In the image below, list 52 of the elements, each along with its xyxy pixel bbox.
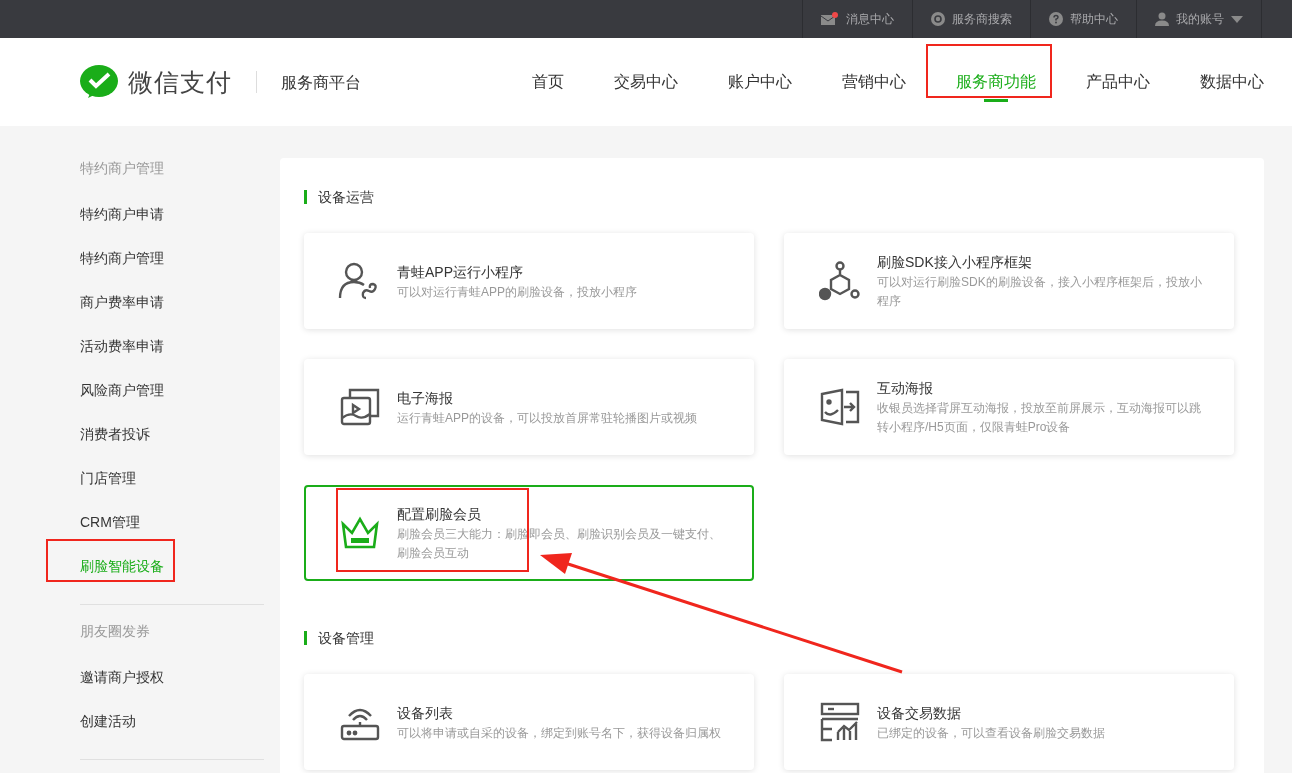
card-description: 已绑定的设备，可以查看设备刷脸交易数据 bbox=[877, 724, 1106, 742]
sidebar-item[interactable]: 特约商户申请 bbox=[80, 192, 264, 236]
user-icon bbox=[1155, 12, 1169, 26]
sidebar-item[interactable]: 风险商户管理 bbox=[80, 368, 264, 412]
platform-name: 服务商平台 bbox=[281, 73, 361, 93]
server-chart-icon bbox=[820, 702, 860, 742]
feature-card[interactable]: 设备交易数据 已绑定的设备，可以查看设备刷脸交易数据 bbox=[784, 674, 1234, 770]
card-description: 收银员选择背屏互动海报，投放至前屏展示，互动海报可以跳转小程序/H5页面，仅限青蛙Pro设备 bbox=[877, 400, 1202, 436]
card-title: 互动海报 bbox=[877, 379, 934, 398]
feature-card[interactable]: 青蛙APP运行小程序 可以对运行青蛙APP的刷脸设备，投放小程序 bbox=[304, 233, 754, 329]
nav-tab[interactable]: 数据中心 bbox=[1200, 38, 1264, 126]
caret-icon bbox=[1231, 15, 1243, 23]
brand-name: 微信支付 bbox=[128, 66, 232, 98]
card-description: 可以将申请或自采的设备，绑定到账号名下，获得设备归属权 bbox=[397, 724, 722, 742]
card-title: 设备交易数据 bbox=[877, 703, 962, 723]
network-icon bbox=[819, 261, 861, 301]
mail-icon bbox=[821, 12, 839, 26]
card-description: 运行青蛙APP的设备，可以投放首屏常驻轮播图片或视频 bbox=[397, 409, 698, 427]
card-title: 配置刷脸会员 bbox=[397, 505, 482, 524]
help-icon bbox=[1049, 12, 1063, 26]
sidebar-group-title: 特约商户管理 bbox=[80, 159, 165, 178]
sidebar-item[interactable]: 门店管理 bbox=[80, 456, 264, 500]
nav-tab[interactable]: 营销中心 bbox=[842, 38, 906, 126]
card-title: 青蛙APP运行小程序 bbox=[397, 262, 524, 282]
picture-icon bbox=[340, 388, 380, 426]
feature-card[interactable]: 设备列表 可以将申请或自采的设备，绑定到账号名下，获得设备归属权 bbox=[304, 674, 754, 770]
screen-arrow-icon bbox=[820, 388, 860, 426]
section-title: 设备管理 bbox=[304, 631, 1240, 645]
nav-tab[interactable]: 产品中心 bbox=[1086, 38, 1150, 126]
sidebar-item[interactable]: 消费者投诉 bbox=[80, 412, 264, 456]
sidebar-group-title: 朋友圈发券 bbox=[80, 622, 151, 641]
section-title: 设备运营 bbox=[304, 190, 1240, 204]
card-description: 可以对运行青蛙APP的刷脸设备，投放小程序 bbox=[397, 283, 638, 301]
sidebar-item[interactable]: 活动费率申请 bbox=[80, 324, 264, 368]
nav-tab[interactable]: 账户中心 bbox=[728, 38, 792, 126]
card-description: 可以对运行刷脸SDK的刷脸设备，接入小程序框架后，投放小程序 bbox=[877, 274, 1203, 310]
sidebar-item[interactable]: 邀请商户授权 bbox=[80, 655, 264, 699]
nav-tab[interactable]: 交易中心 bbox=[614, 38, 678, 126]
feature-card[interactable]: 互动海报 收银员选择背屏互动海报，投放至前屏展示，互动海报可以跳转小程序/H5页面，仅限青蛙Pro设备 bbox=[784, 359, 1234, 455]
nav-tab[interactable]: 首页 bbox=[532, 38, 564, 126]
card-title: 电子海报 bbox=[397, 388, 454, 408]
sidebar-item[interactable]: 商户费率申请 bbox=[80, 280, 264, 324]
search-icon bbox=[931, 12, 945, 26]
card-title: 设备列表 bbox=[397, 703, 454, 723]
sidebar-item[interactable]: 特约商户管理 bbox=[80, 236, 264, 280]
feature-card[interactable]: 刷脸SDK接入小程序框架 可以对运行刷脸SDK的刷脸设备，接入小程序框架后，投放小程序 bbox=[784, 233, 1234, 329]
logo-icon bbox=[80, 65, 118, 99]
crown-icon bbox=[340, 516, 380, 550]
sidebar-item[interactable]: 创建活动 bbox=[80, 699, 264, 743]
sidebar-item[interactable]: CRM管理 bbox=[80, 500, 264, 544]
feature-card[interactable]: 电子海报 运行青蛙APP的设备，可以投放首屏常驻轮播图片或视频 bbox=[304, 359, 754, 455]
card-title: 刷脸SDK接入小程序框架 bbox=[877, 253, 1033, 272]
